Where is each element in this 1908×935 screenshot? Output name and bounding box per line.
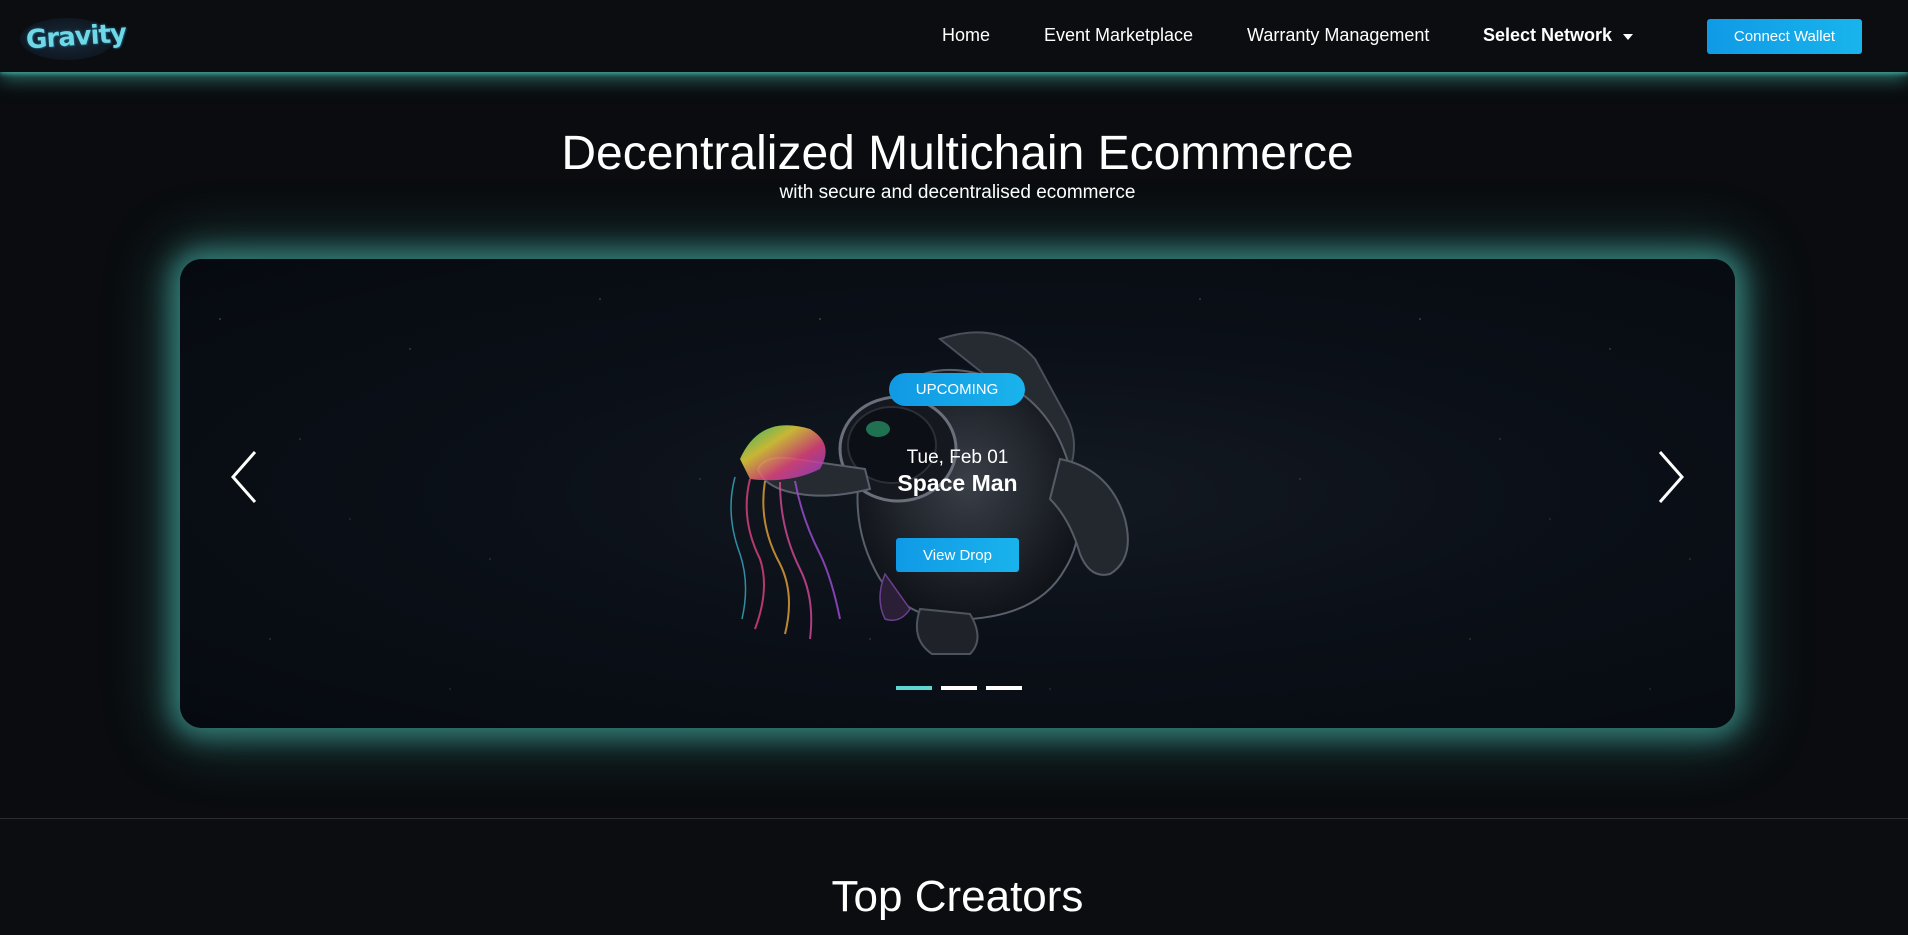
nav-home-link[interactable]: Home	[942, 25, 990, 46]
top-navbar: Gravity Home Event Marketplace Warranty …	[0, 0, 1908, 72]
drop-title: Space Man	[897, 470, 1018, 496]
nav-warranty-management-link[interactable]: Warranty Management	[1247, 25, 1429, 46]
chevron-right-icon[interactable]	[1650, 447, 1690, 507]
carousel-indicator-2[interactable]	[941, 686, 977, 690]
status-badge: UPCOMING	[889, 373, 1025, 406]
logo-text: Gravity	[25, 18, 127, 56]
gravity-logo[interactable]: Gravity	[20, 18, 127, 60]
nav-event-marketplace-link[interactable]: Event Marketplace	[1044, 25, 1193, 46]
chevron-down-icon[interactable]	[1623, 34, 1633, 40]
hero-subtitle: with secure and decentralised ecommerce	[779, 182, 1136, 203]
carousel-indicator-1[interactable]	[896, 686, 932, 690]
connect-wallet-button[interactable]: Connect Wallet	[1707, 19, 1862, 54]
carousel-indicator-3[interactable]	[986, 686, 1022, 690]
drop-date: Tue, Feb 01	[906, 447, 1009, 468]
hero-title: Decentralized Multichain Ecommerce	[561, 127, 1354, 180]
view-drop-button[interactable]: View Drop	[896, 538, 1019, 572]
carousel-indicators	[896, 686, 1022, 692]
chevron-left-icon[interactable]	[225, 447, 265, 507]
top-creators-title: Top Creators	[831, 872, 1084, 921]
featured-drop-carousel: UPCOMING Tue, Feb 01 Space Man View Drop	[180, 259, 1735, 728]
select-network-dropdown[interactable]: Select Network	[1483, 25, 1612, 46]
